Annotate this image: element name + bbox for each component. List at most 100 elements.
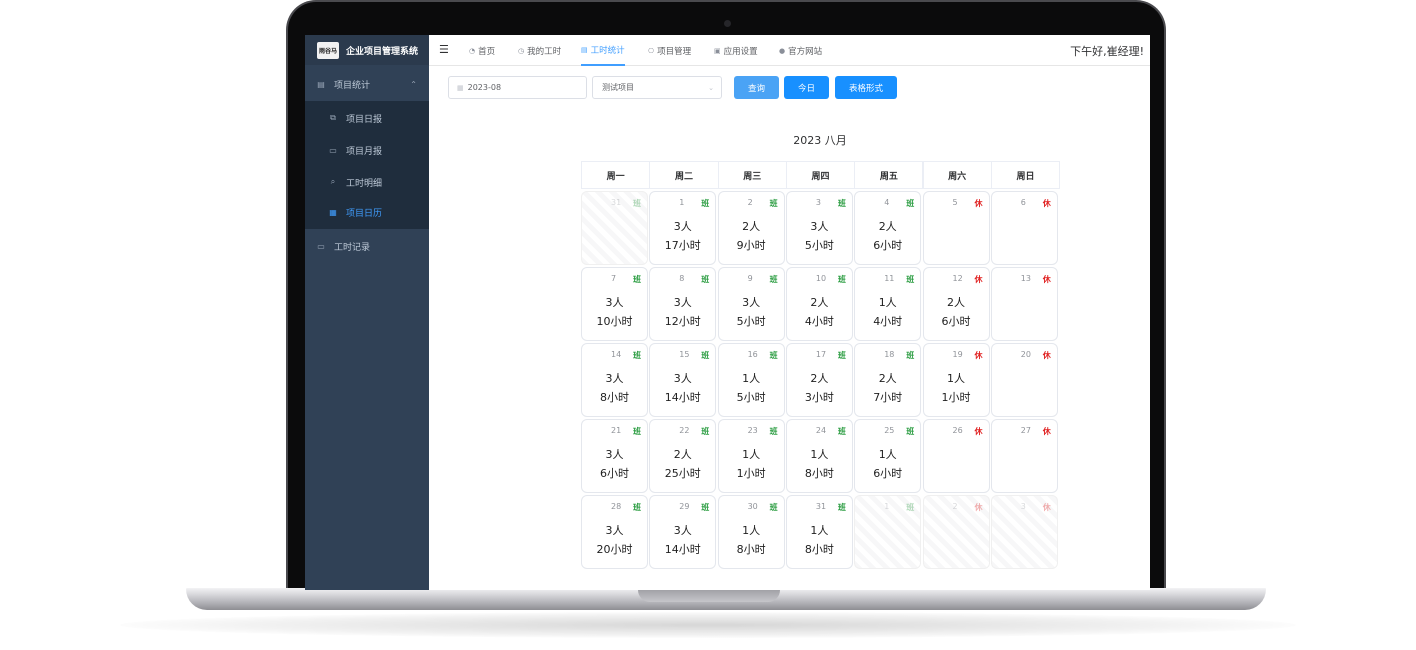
calendar-day-cell[interactable]: 28 班 3人 20小时 bbox=[581, 495, 648, 569]
calendar-day-cell[interactable]: 1班 bbox=[854, 495, 922, 569]
camera-dot bbox=[724, 20, 731, 27]
tab-project-management[interactable]: ⎔ 项目管理 bbox=[648, 35, 691, 66]
tab-app-settings[interactable]: ▣ 应用设置 bbox=[714, 35, 758, 66]
day-number: 12 bbox=[952, 274, 963, 283]
calendar-day-cell[interactable]: 26 休 bbox=[922, 419, 990, 493]
holiday-tag: 休 bbox=[974, 503, 983, 512]
people-count: 2人 bbox=[810, 296, 829, 309]
calendar-day-cell[interactable]: 11 班 1人 4小时 bbox=[854, 267, 922, 341]
workday-tag: 班 bbox=[906, 275, 915, 284]
day-number: 3 bbox=[1020, 502, 1026, 511]
tab-label: 应用设置 bbox=[723, 46, 758, 57]
calendar-grid: 周一 周二 周三 周四 周五 周六 周日 31 班 1 班 3人 17小时 2 班 2人 9小时 3 班 3人 5小时 4… bbox=[581, 161, 1061, 571]
sidebar-item-label: 工时明细 bbox=[346, 178, 383, 189]
calendar-day-cell[interactable]: 21 班 3人 6小时 bbox=[581, 419, 648, 493]
tab-label: 工时统计 bbox=[590, 45, 625, 56]
day-number: 21 bbox=[611, 426, 622, 435]
people-count: 3人 bbox=[673, 372, 692, 385]
people-count: 2人 bbox=[742, 220, 761, 233]
calendar-day-cell[interactable]: 17 班 2人 3小时 bbox=[785, 343, 853, 417]
laptop-shadow bbox=[120, 612, 1296, 638]
day-number: 7 bbox=[611, 274, 617, 283]
tab-my-hours[interactable]: ◷ 我的工时 bbox=[518, 35, 561, 66]
calendar-day-cell[interactable]: 3 班 3人 5小时 bbox=[785, 191, 853, 265]
calendar-day-cell[interactable]: 30 班 1人 8小时 bbox=[717, 495, 785, 569]
workday-tag: 班 bbox=[633, 427, 641, 436]
calendar-day-cell[interactable]: 19 休 1人 1小时 bbox=[922, 343, 990, 417]
hamburger-icon[interactable]: ☰ bbox=[439, 43, 449, 56]
day-number: 9 bbox=[747, 274, 753, 283]
today-button[interactable]: 今日 bbox=[784, 76, 829, 99]
tab-hours-stats[interactable]: ▤ 工时统计 bbox=[581, 35, 625, 66]
calendar-day-cell[interactable]: 25 班 1人 6小时 bbox=[854, 419, 922, 493]
calendar-day-cell[interactable]: 3休 bbox=[990, 495, 1058, 569]
workday-tag: 班 bbox=[701, 351, 710, 360]
month-picker[interactable]: ▦ 2023-08 bbox=[448, 76, 587, 99]
tab-label: 项目管理 bbox=[657, 46, 692, 57]
day-number: 28 bbox=[611, 502, 622, 511]
hours-total: 6小时 bbox=[600, 467, 629, 480]
calendar-day-cell[interactable]: 27 休 bbox=[990, 419, 1058, 493]
workday-tag: 班 bbox=[906, 199, 915, 208]
calendar-day-cell[interactable]: 15 班 3人 14小时 bbox=[649, 343, 717, 417]
calendar-day-cell[interactable]: 10 班 2人 4小时 bbox=[785, 267, 853, 341]
hours-total: 12小时 bbox=[664, 315, 701, 328]
calendar-day-cell[interactable]: 7 班 3人 10小时 bbox=[581, 267, 648, 341]
weekday-header: 周五 bbox=[854, 161, 924, 189]
day-number: 16 bbox=[747, 350, 758, 359]
day-number: 20 bbox=[1020, 350, 1031, 359]
screen-icon: ▭ bbox=[317, 241, 325, 251]
people-count: 1人 bbox=[878, 448, 897, 461]
project-select[interactable]: 测试项目 ⌄ bbox=[592, 76, 722, 99]
people-count: 2人 bbox=[810, 372, 829, 385]
hours-total: 8小时 bbox=[600, 391, 629, 404]
calendar-day-cell[interactable]: 24 班 1人 8小时 bbox=[785, 419, 853, 493]
calendar-day-cell[interactable]: 2休 bbox=[922, 495, 990, 569]
calendar-day-cell[interactable]: 22 班 2人 25小时 bbox=[649, 419, 717, 493]
brand[interactable]: 雨谷马 企业项目管理系统 bbox=[305, 35, 429, 65]
day-number: 24 bbox=[815, 426, 827, 435]
holiday-tag: 休 bbox=[974, 199, 983, 208]
calendar-day-cell[interactable]: 12 休 2人 6小时 bbox=[922, 267, 990, 341]
calendar-day-cell[interactable]: 9 班 3人 5小时 bbox=[717, 267, 785, 341]
calendar-day-cell[interactable]: 2 班 2人 9小时 bbox=[717, 191, 785, 265]
tab-official-site[interactable]: ● 官方网站 bbox=[779, 35, 822, 66]
calendar-day-cell[interactable]: 6休 bbox=[990, 191, 1058, 265]
sidebar-item-hours-record[interactable]: ▭ 工时记录 bbox=[305, 229, 429, 263]
calendar-day-cell[interactable]: 20 休 bbox=[990, 343, 1058, 417]
sidebar: 雨谷马 企业项目管理系统 ▤ 项目统计 ⌃ ⧉ 项目日报 ▭ 项目月报 ⌕ 工时… bbox=[305, 35, 429, 590]
sidebar-item-calendar[interactable]: ▦ 项目日历 bbox=[305, 195, 429, 229]
weekday-header: 周二 bbox=[649, 161, 719, 189]
people-count: 1人 bbox=[742, 448, 761, 461]
calendar-day-cell[interactable]: 4 班 2人 6小时 bbox=[854, 191, 922, 265]
calendar-icon: ▦ bbox=[329, 207, 337, 217]
day-number: 30 bbox=[747, 502, 758, 511]
calendar-icon: ▦ bbox=[457, 83, 464, 92]
query-button[interactable]: 查询 bbox=[734, 76, 779, 99]
calendar-day-cell[interactable]: 8 班 3人 12小时 bbox=[649, 267, 717, 341]
calendar-day-cell[interactable]: 18 班 2人 7小时 bbox=[854, 343, 922, 417]
table-view-button[interactable]: 表格形式 bbox=[835, 76, 897, 99]
people-count: 1人 bbox=[810, 448, 829, 461]
user-greeting[interactable]: 下午好,崔经理! bbox=[1070, 43, 1144, 59]
hours-total: 20小时 bbox=[596, 543, 633, 556]
calendar-day-cell[interactable]: 31 班 1人 8小时 bbox=[785, 495, 853, 569]
calendar-day-cell[interactable]: 23 班 1人 1小时 bbox=[717, 419, 785, 493]
tab-home[interactable]: ◔ 首页 bbox=[469, 35, 495, 66]
calendar-day-cell[interactable]: 1 班 3人 17小时 bbox=[649, 191, 717, 265]
day-number: 2 bbox=[952, 502, 958, 511]
day-number: 27 bbox=[1020, 426, 1031, 435]
menu-group-project-stats[interactable]: ▤ 项目统计 ⌃ bbox=[305, 67, 429, 101]
weekday-header: 周三 bbox=[717, 161, 787, 189]
hours-total: 14小时 bbox=[664, 543, 701, 556]
sidebar-item-daily[interactable]: ⧉ 项目日报 bbox=[305, 101, 429, 135]
calendar-day-cell[interactable]: 14 班 3人 8小时 bbox=[581, 343, 648, 417]
calendar-day-cell[interactable]: 29 班 3人 14小时 bbox=[649, 495, 717, 569]
tab-label: 首页 bbox=[478, 46, 496, 57]
calendar-day-cell[interactable]: 16 班 1人 5小时 bbox=[717, 343, 785, 417]
calendar-day-cell[interactable]: 13 休 bbox=[990, 267, 1058, 341]
calendar-day-cell[interactable]: 5休 bbox=[922, 191, 990, 265]
menu-group-label: 项目统计 bbox=[334, 80, 371, 91]
sidebar-item-hours-detail[interactable]: ⌕ 工时明细 bbox=[305, 165, 429, 199]
calendar-day-cell[interactable]: 31 班 bbox=[581, 191, 648, 265]
